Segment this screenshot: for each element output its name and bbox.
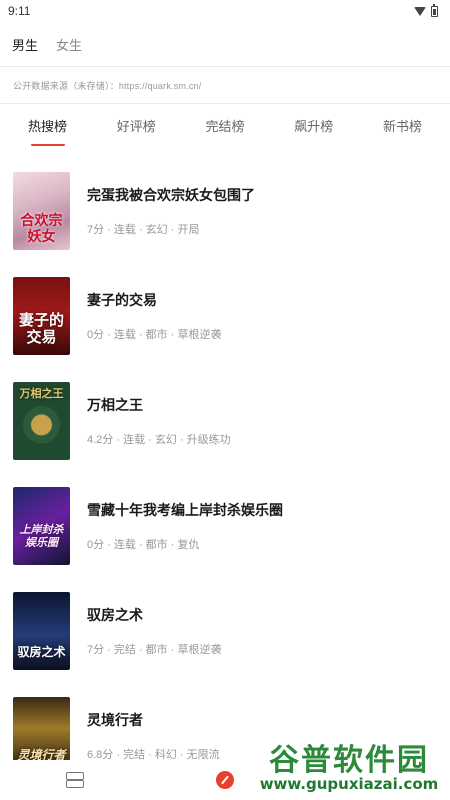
tab-completed[interactable]: 完结榜 — [205, 104, 244, 146]
cover-title-art: 万相之王 — [19, 386, 64, 400]
rank-tabs: 热搜榜 好评榜 完结榜 飙升榜 新书榜 — [0, 104, 450, 146]
tab-hot-search[interactable]: 热搜榜 — [28, 104, 67, 146]
cover-title-art: 驭房之术 — [17, 644, 66, 659]
book-title: 雪藏十年我考编上岸封杀娱乐圈 — [87, 501, 283, 518]
tab-male[interactable]: 男生 — [12, 35, 38, 54]
book-item[interactable]: 合欢宗妖女 完蛋我被合欢宗妖女包围了 7分 · 连载 · 玄幻 · 开局 — [0, 158, 450, 263]
nav-bookshelf[interactable] — [0, 772, 150, 788]
book-list: 合欢宗妖女 完蛋我被合欢宗妖女包围了 7分 · 连载 · 玄幻 · 开局 妻子的… — [0, 146, 450, 788]
cover-title-art: 妻子的交易 — [18, 311, 64, 346]
tab-female[interactable]: 女生 — [56, 35, 82, 54]
book-title: 万相之王 — [87, 396, 143, 413]
tab-new-books[interactable]: 新书榜 — [383, 104, 422, 146]
discover-icon — [216, 771, 234, 789]
status-icons — [414, 3, 438, 17]
book-meta: 4.2分 · 连载 · 玄幻 · 升级练功 — [87, 433, 231, 446]
source-note: 公开数据来源（未存储）：https://quark.sm.cn/ — [13, 80, 202, 91]
book-cover[interactable]: 驭房之术 — [13, 591, 70, 670]
book-info: 雪藏十年我考编上岸封杀娱乐圈 0分 · 连载 · 都市 · 复仇 — [87, 500, 283, 552]
tab-rising[interactable]: 飙升榜 — [294, 104, 333, 146]
book-meta: 7分 · 完结 · 都市 · 草根逆袭 — [87, 643, 222, 656]
book-title: 完蛋我被合欢宗妖女包围了 — [87, 186, 255, 203]
book-item[interactable]: 上岸封杀娱乐圈 雪藏十年我考编上岸封杀娱乐圈 0分 · 连载 · 都市 · 复仇 — [0, 473, 450, 578]
watermark: 谷普软件园 www.gupuxiazai.com — [248, 738, 450, 800]
cover-title-art: 合欢宗妖女 — [20, 213, 63, 245]
book-item[interactable]: 驭房之术 驭房之术 7分 · 完结 · 都市 · 草根逆袭 — [0, 578, 450, 683]
watermark-text: 谷普软件园 — [269, 742, 429, 778]
book-cover[interactable]: 上岸封杀娱乐圈 — [13, 486, 70, 565]
book-meta: 7分 · 连载 · 玄幻 · 开局 — [87, 223, 200, 236]
book-info: 灵境行者 6.8分 · 完结 · 科幻 · 无限流 — [87, 710, 220, 762]
status-bar: 9:11 — [0, 0, 450, 22]
book-cover[interactable]: 万相之王 — [13, 381, 70, 460]
book-item[interactable]: 妻子的交易 妻子的交易 0分 · 连载 · 都市 · 草根逆袭 — [0, 263, 450, 368]
book-cover[interactable]: 合欢宗妖女 — [13, 171, 70, 250]
tab-good-reviews[interactable]: 好评榜 — [117, 104, 156, 146]
book-info: 妻子的交易 0分 · 连载 · 都市 · 草根逆袭 — [87, 290, 221, 342]
book-info: 万相之王 4.2分 · 连载 · 玄幻 · 升级练功 — [87, 395, 231, 447]
book-meta: 0分 · 连载 · 都市 · 草根逆袭 — [87, 328, 222, 341]
cover-title-art: 上岸封杀娱乐圈 — [19, 523, 64, 549]
book-title: 灵境行者 — [87, 711, 143, 728]
book-item[interactable]: 万相之王 万相之王 4.2分 · 连载 · 玄幻 · 升级练功 — [0, 368, 450, 473]
battery-icon — [431, 3, 438, 17]
wifi-icon — [414, 6, 426, 16]
book-info: 驭房之术 7分 · 完结 · 都市 · 草根逆袭 — [87, 605, 221, 657]
book-info: 完蛋我被合欢宗妖女包围了 7分 · 连载 · 玄幻 · 开局 — [87, 185, 255, 237]
book-cover[interactable]: 妻子的交易 — [13, 276, 70, 355]
status-time: 9:11 — [8, 4, 31, 18]
gender-tabs: 男生 女生 — [0, 22, 450, 66]
book-title: 驭房之术 — [87, 606, 143, 623]
watermark-url: www.gupuxiazai.com — [259, 774, 439, 793]
book-meta: 0分 · 连载 · 都市 · 复仇 — [87, 538, 200, 551]
book-title: 妻子的交易 — [87, 291, 157, 308]
bookshelf-icon — [66, 772, 84, 788]
